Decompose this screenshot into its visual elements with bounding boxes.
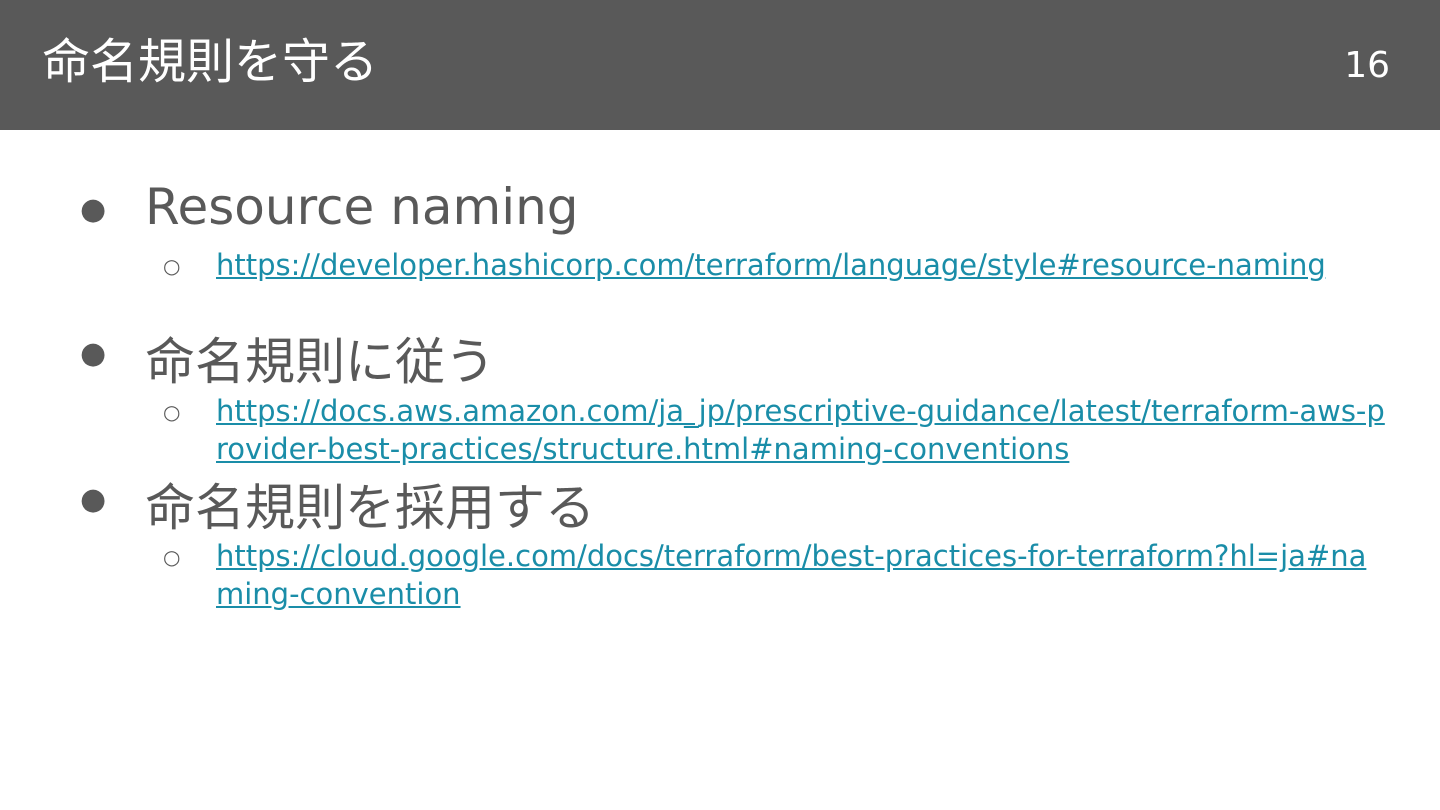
bullet-marker: ● xyxy=(80,336,107,371)
bullet-text: 命名規則を採用する xyxy=(145,479,595,537)
sub-bullet-marker: ○ xyxy=(163,545,181,569)
aws-guidance-link[interactable]: https://docs.aws.amazon.com/ja_jp/prescr… xyxy=(216,392,1386,468)
bullet-marker: ● xyxy=(80,192,107,227)
slide: 命名規則を守る 16 ● Resource naming ○ https://d… xyxy=(0,0,1440,810)
sub-bullet-marker: ○ xyxy=(163,400,181,424)
bullet-text: Resource naming xyxy=(145,178,579,236)
sub-bullet-marker: ○ xyxy=(163,254,181,278)
hashicorp-style-link[interactable]: https://developer.hashicorp.com/terrafor… xyxy=(216,246,1386,284)
slide-title: 命名規則を守る xyxy=(42,34,379,90)
gcp-best-practices-link[interactable]: https://cloud.google.com/docs/terraform/… xyxy=(216,537,1386,613)
bullet-marker: ● xyxy=(80,482,107,517)
page-number: 16 xyxy=(1344,45,1390,86)
slide-header: 命名規則を守る 16 xyxy=(0,0,1440,130)
bullet-text: 命名規則に従う xyxy=(145,333,495,391)
